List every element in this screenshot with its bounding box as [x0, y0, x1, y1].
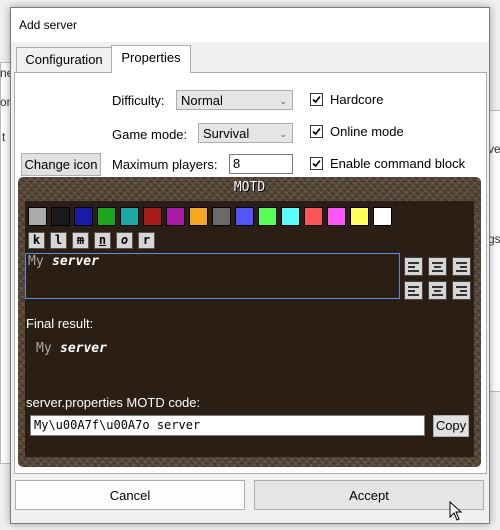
align-center-icon[interactable] — [428, 257, 447, 276]
command-block-checkbox[interactable] — [310, 157, 323, 170]
color-swatch[interactable] — [327, 207, 346, 226]
cancel-button[interactable]: Cancel — [15, 480, 245, 510]
color-swatch[interactable] — [97, 207, 116, 226]
maxplayers-input[interactable]: 8 — [229, 154, 293, 174]
color-swatch[interactable] — [74, 207, 93, 226]
title-bar: Add server — [11, 8, 489, 42]
color-swatch[interactable] — [258, 207, 277, 226]
color-swatch[interactable] — [235, 207, 254, 226]
preview-text-styled: server — [60, 341, 107, 356]
color-swatch[interactable] — [120, 207, 139, 226]
tab-configuration[interactable]: Configuration — [16, 47, 112, 73]
final-result-label: Final result: — [26, 316, 94, 331]
align-right-icon[interactable] — [452, 281, 471, 300]
chevron-down-icon: ⌄ — [279, 96, 287, 106]
format-strikethrough-button[interactable]: m — [72, 232, 89, 249]
background-text: t — [2, 130, 6, 144]
align-left-icon[interactable] — [404, 257, 423, 276]
command-block-label: Enable command block — [330, 156, 466, 171]
editor-text-styled: server — [52, 254, 99, 269]
online-mode-checkbox[interactable] — [310, 125, 323, 138]
color-swatch[interactable] — [212, 207, 231, 226]
check-icon — [312, 95, 321, 104]
editor-text-plain: My — [28, 254, 44, 269]
format-reset-button[interactable]: r — [138, 232, 155, 249]
color-swatch[interactable] — [373, 207, 392, 226]
check-icon — [312, 127, 321, 136]
color-swatch[interactable] — [28, 207, 47, 226]
hardcore-label: Hardcore — [330, 92, 384, 107]
color-swatch[interactable] — [350, 207, 369, 226]
mouse-cursor-icon — [449, 501, 463, 521]
change-icon-button[interactable]: Change icon — [21, 153, 101, 176]
difficulty-value: Normal — [181, 93, 223, 108]
color-swatch[interactable] — [51, 207, 70, 226]
format-underline-button[interactable]: n — [94, 232, 111, 249]
align-right-icon[interactable] — [452, 257, 471, 276]
motd-editor: MOTD k l m n o r My server Final result:… — [18, 177, 481, 467]
format-italic-button[interactable]: o — [116, 232, 133, 249]
format-obfuscated-button[interactable]: k — [28, 232, 45, 249]
add-server-dialog: Add server Configuration Properties Diff… — [10, 7, 490, 524]
maxplayers-label: Maximum players: — [112, 157, 218, 172]
color-swatch[interactable] — [143, 207, 162, 226]
format-bold-button[interactable]: l — [50, 232, 67, 249]
hardcore-checkbox[interactable] — [310, 93, 323, 106]
difficulty-select[interactable]: Normal ⌄ — [176, 90, 293, 110]
color-swatch[interactable] — [281, 207, 300, 226]
align-left-icon[interactable] — [404, 281, 423, 300]
motd-title: MOTD — [233, 180, 266, 195]
gamemode-select[interactable]: Survival ⌄ — [198, 123, 293, 143]
motd-code-input[interactable]: My\u00A7f\u00A7o server — [30, 415, 425, 436]
difficulty-label: Difficulty: — [112, 93, 165, 108]
check-icon — [312, 159, 321, 168]
motd-code-label: server.properties MOTD code: — [26, 395, 201, 410]
color-swatch[interactable] — [189, 207, 208, 226]
align-center-icon[interactable] — [428, 281, 447, 300]
color-swatch[interactable] — [166, 207, 185, 226]
motd-text-editor[interactable]: My server — [25, 253, 400, 299]
color-swatch[interactable] — [304, 207, 323, 226]
gamemode-value: Survival — [203, 126, 250, 141]
tab-properties[interactable]: Properties — [111, 45, 191, 73]
online-mode-label: Online mode — [330, 124, 404, 139]
motd-inner-panel: k l m n o r My server Final result: My s… — [25, 201, 474, 457]
preview-text-plain: My — [36, 341, 52, 356]
copy-button[interactable]: Copy — [433, 415, 469, 437]
chevron-down-icon: ⌄ — [279, 129, 287, 139]
dialog-title: Add server — [19, 18, 78, 32]
gamemode-label: Game mode: — [112, 127, 188, 142]
